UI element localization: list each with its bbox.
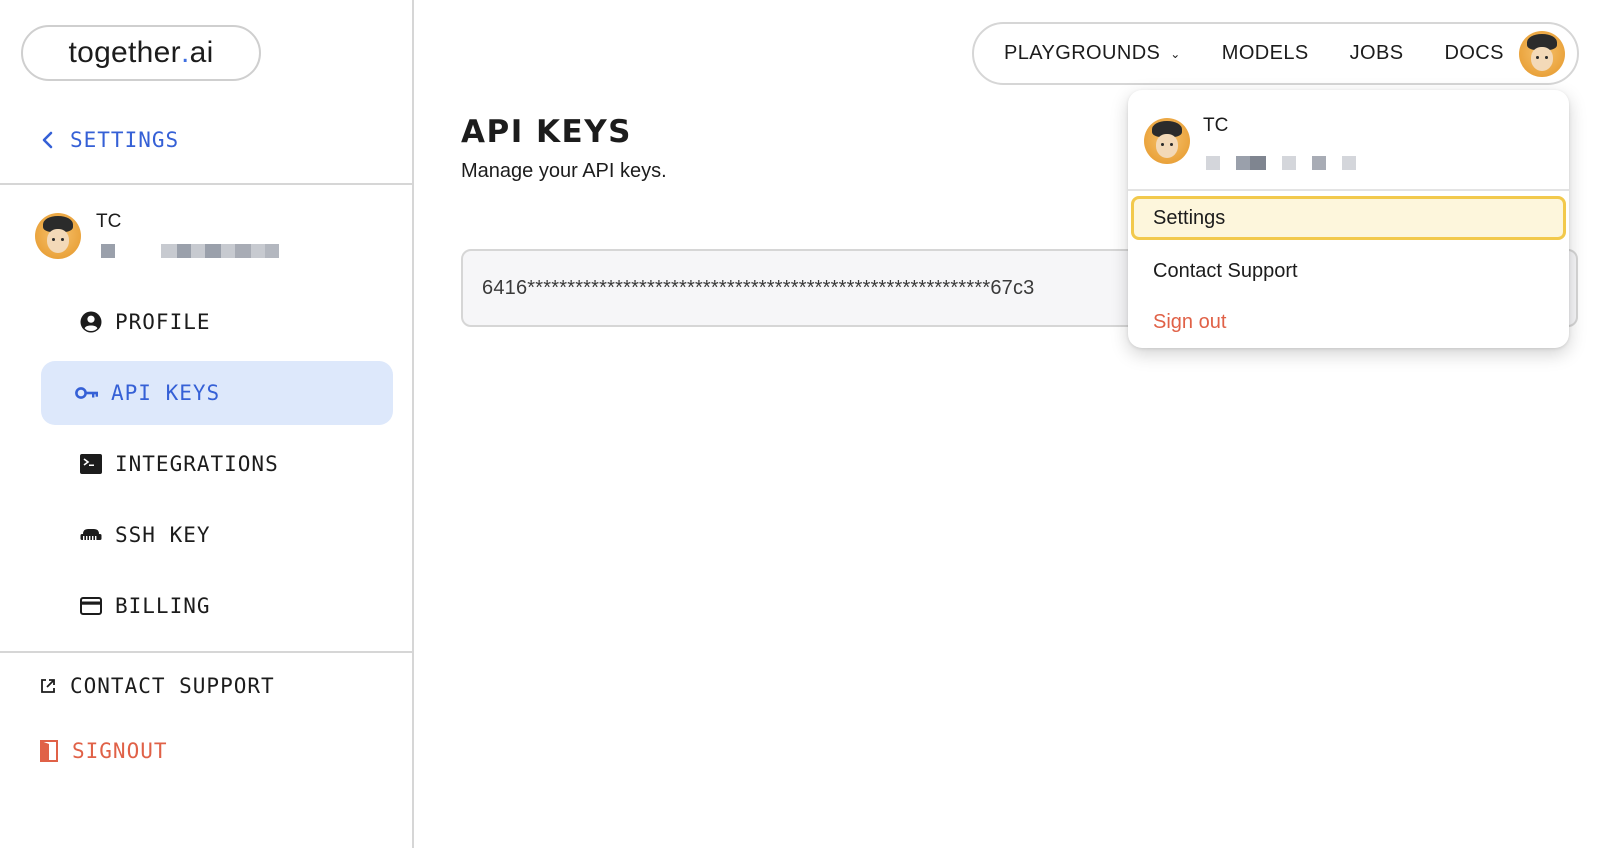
page-title: API KEYS <box>461 114 633 150</box>
back-link-label: SETTINGS <box>70 128 180 152</box>
sidebar-item-api-keys[interactable]: API KEYS <box>41 361 393 425</box>
external-link-icon <box>41 679 55 693</box>
user-menu-name: TC <box>1203 115 1229 136</box>
nav-docs[interactable]: DOCS <box>1444 42 1503 65</box>
logo-text-main: together <box>68 36 181 69</box>
api-key-value: 6416************************************… <box>482 276 1035 299</box>
menu-item-contact-support[interactable]: Contact Support <box>1131 249 1566 293</box>
redacted-email <box>1206 156 1356 170</box>
nav-jobs-label: JOBS <box>1349 42 1404 64</box>
contact-support-link[interactable]: CONTACT SUPPORT <box>40 670 275 702</box>
sidebar-item-billing[interactable]: BILLING <box>41 574 393 638</box>
top-nav: PLAYGROUNDS ⌄ MODELS JOBS DOCS <box>972 22 1579 85</box>
back-to-settings-link[interactable]: SETTINGS <box>40 124 179 156</box>
avatar <box>35 213 81 259</box>
sidebar-item-label: SSH KEY <box>115 523 211 547</box>
nav-docs-label: DOCS <box>1444 42 1504 64</box>
sidebar: together. ai SETTINGS TC PROFILE API KEY… <box>0 0 414 848</box>
menu-item-sign-out[interactable]: Sign out <box>1131 300 1566 344</box>
nav-models[interactable]: MODELS <box>1222 42 1309 65</box>
nav-playgrounds-dropdown[interactable]: PLAYGROUNDS ⌄ <box>1004 42 1181 65</box>
nav-playgrounds-label: PLAYGROUNDS <box>1004 42 1161 64</box>
together-ai-logo[interactable]: together. ai <box>21 25 261 81</box>
logo-text-tail: ai <box>189 36 214 69</box>
terminal-icon <box>79 452 103 476</box>
signout-label: SIGNOUT <box>72 739 168 763</box>
key-icon <box>75 381 99 405</box>
user-circle-icon <box>79 310 103 334</box>
app-window: together. ai SETTINGS TC PROFILE API KEY… <box>0 0 1600 848</box>
sidebar-item-integrations[interactable]: INTEGRATIONS <box>41 432 393 496</box>
door-exit-icon <box>40 740 58 762</box>
nav-jobs[interactable]: JOBS <box>1350 42 1404 65</box>
menu-item-settings[interactable]: Settings <box>1131 196 1566 240</box>
chevron-left-icon <box>42 131 53 149</box>
sidebar-divider-top <box>0 183 414 185</box>
contact-support-label: CONTACT SUPPORT <box>70 674 275 698</box>
settings-nav: PROFILE API KEYS INTEGRATIONS SSH KEY BI… <box>41 290 393 645</box>
menu-item-label: Sign out <box>1153 310 1227 333</box>
sidebar-item-label: BILLING <box>115 594 211 618</box>
sidebar-user-block: TC <box>35 210 385 270</box>
page-subtitle: Manage your API keys. <box>461 160 667 182</box>
nav-models-label: MODELS <box>1221 42 1309 64</box>
sidebar-item-ssh-key[interactable]: SSH KEY <box>41 503 393 567</box>
avatar <box>1144 118 1190 164</box>
sidebar-item-label: INTEGRATIONS <box>115 452 279 476</box>
redacted-email <box>101 244 279 258</box>
logo-text-dot: . <box>180 36 190 69</box>
credit-card-icon <box>79 594 103 618</box>
chevron-down-icon: ⌄ <box>1170 46 1181 61</box>
sidebar-item-label: API KEYS <box>111 381 221 405</box>
user-dropdown-menu: TC Settings Contact Support Sign out <box>1128 90 1569 348</box>
menu-item-label: Contact Support <box>1153 259 1298 282</box>
menu-item-label: Settings <box>1153 206 1226 229</box>
user-avatar-button[interactable] <box>1519 31 1565 77</box>
sidebar-item-label: PROFILE <box>115 310 211 334</box>
ssh-key-icon <box>79 523 103 547</box>
signout-link[interactable]: SIGNOUT <box>40 735 168 767</box>
sidebar-divider-bottom <box>0 651 414 653</box>
sidebar-item-profile[interactable]: PROFILE <box>41 290 393 354</box>
sidebar-user-name: TC <box>96 211 122 232</box>
user-menu-header: TC <box>1128 90 1569 191</box>
